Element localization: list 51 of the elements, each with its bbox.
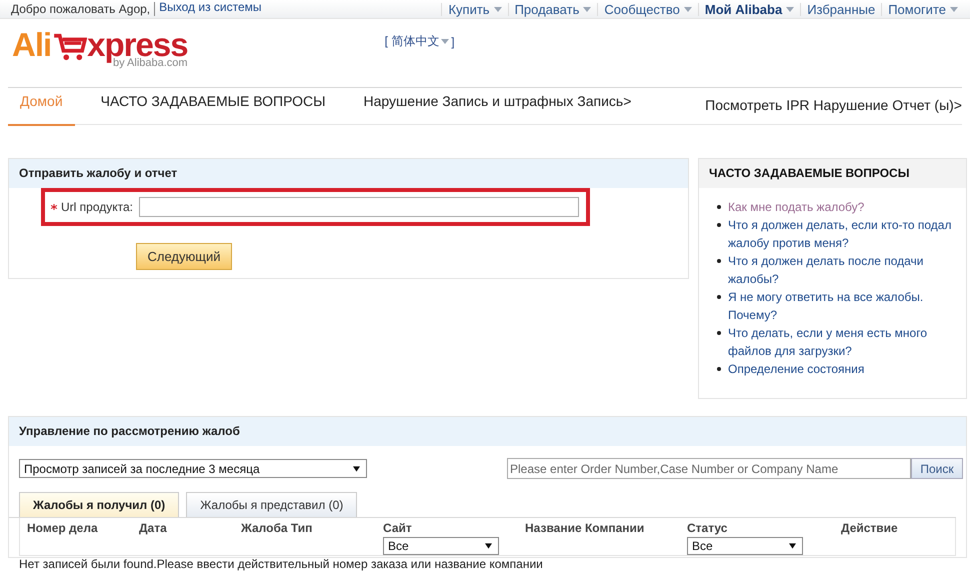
field-label: Url продукта: <box>61 200 133 214</box>
language-selector[interactable]: [ 简体中文 ] <box>384 33 455 50</box>
panel-title: Отправить жалобу и отчет <box>9 159 688 188</box>
next-button[interactable]: Следующий <box>136 243 232 270</box>
period-dropdown[interactable]: Просмотр записей за последние 3 месяца <box>19 459 367 478</box>
bullet-icon <box>717 259 721 263</box>
nav-tab[interactable]: Посмотреть IPR Нарушение Отчет (ы)> <box>705 88 962 126</box>
faq-link[interactable]: Я не могу ответить на все жалобы. Почему? <box>728 288 954 324</box>
bullet-icon <box>717 223 721 227</box>
faq-link[interactable]: Что я должен делать после подачи жалобы? <box>728 252 954 288</box>
faq-link[interactable]: Определение состояния <box>728 360 864 378</box>
empty-message: Нет записей были found.Please ввести действительный номер заказа или название компании <box>19 558 544 571</box>
tab[interactable]: Жалобы я получил (0) <box>19 492 180 517</box>
column-header: Дата <box>139 521 167 535</box>
filter-dropdown[interactable]: Все <box>383 537 499 555</box>
tab[interactable]: Жалобы я представил (0) <box>186 492 358 517</box>
top-menu-item[interactable]: Избранные <box>800 2 876 16</box>
dropdown-arrow-icon <box>789 543 796 549</box>
column-header: Номер дела <box>27 521 98 535</box>
logout-link[interactable]: Выход из системы <box>154 2 262 16</box>
search-button[interactable]: Поиск <box>911 458 963 479</box>
dropdown-arrow-icon <box>485 543 492 549</box>
bullet-icon <box>717 295 721 299</box>
faq-link[interactable]: Что я должен делать, если кто-то подал жалобу против меня? <box>728 216 954 252</box>
column-header: Название Компании <box>525 521 644 535</box>
top-menu-item[interactable]: Мой Alibaba <box>698 2 794 16</box>
panel-title: Управление по рассмотрению жалоб <box>9 417 966 446</box>
faq-link[interactable]: Как мне подать жалобу? <box>728 198 864 216</box>
caret-icon <box>441 39 450 44</box>
url-input-field[interactable] <box>139 197 579 217</box>
aliexpress-logo[interactable]: Ali xpress by Alibaba.com <box>12 27 188 69</box>
top-menu-item[interactable]: Сообщество <box>597 2 692 16</box>
bullet-icon <box>717 367 721 371</box>
column-header: Действие <box>841 521 898 535</box>
column-header: Сайт <box>383 521 412 535</box>
cart-icon <box>53 33 88 61</box>
panel-title: ЧАСТО ЗАДАВАЕМЫЕ ВОПРОСЫ <box>699 159 966 188</box>
top-menu-item[interactable]: Купить <box>441 2 502 16</box>
bullet-icon <box>717 331 721 335</box>
bullet-icon <box>717 205 721 209</box>
nav-tab[interactable]: ЧАСТО ЗАДАВАЕМЫЕ ВОПРОСЫ <box>88 88 338 126</box>
search-field[interactable]: Please enter Order Number,Case Number or Company Name <box>507 458 911 479</box>
welcome-text: Добро пожаловать Agop, <box>11 2 150 16</box>
column-header: Жалоба Тип <box>241 521 312 535</box>
nav-tab[interactable]: Нарушение Запись и штрафных Запись> <box>352 88 644 126</box>
top-menu-item[interactable]: Продавать <box>508 2 592 16</box>
filter-dropdown[interactable]: Все <box>687 537 803 555</box>
dropdown-arrow-icon <box>353 466 360 472</box>
top-menu-item[interactable]: Помогите <box>881 2 958 16</box>
faq-link[interactable]: Что делать, если у меня есть много файлов для загрузки? <box>728 324 954 360</box>
column-header: Статус <box>687 521 728 535</box>
